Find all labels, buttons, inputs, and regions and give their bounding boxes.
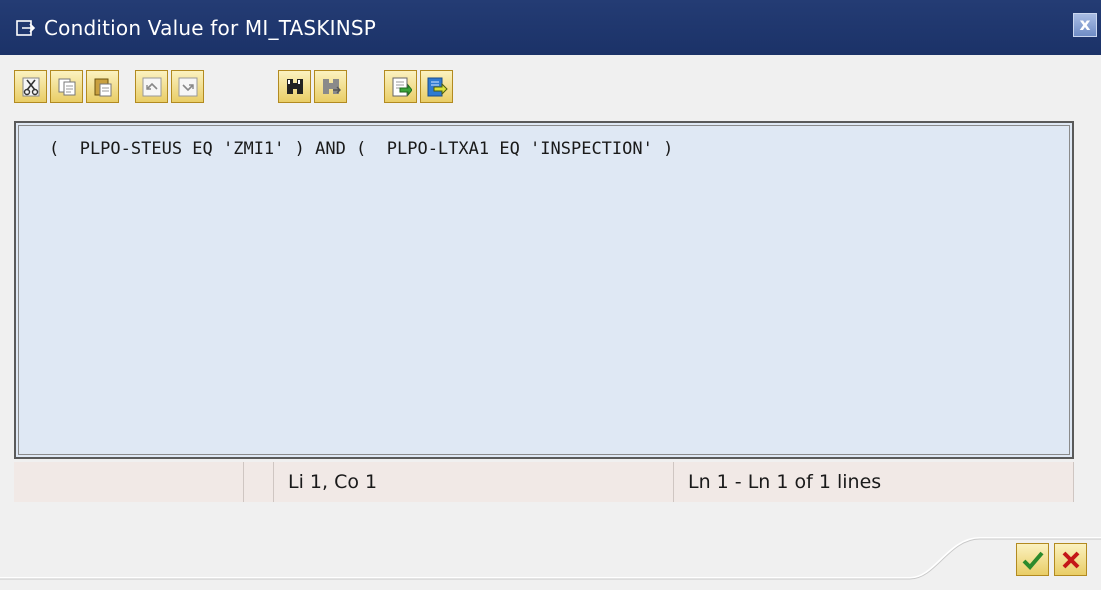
redo-button[interactable] — [171, 70, 204, 103]
close-icon: x — [1079, 15, 1091, 35]
cancel-button[interactable] — [1054, 543, 1087, 576]
import-icon — [392, 77, 412, 96]
window-titlebar: Condition Value for MI_TASKINSP x — [0, 0, 1101, 55]
redo-icon — [178, 77, 197, 96]
editor-text-area[interactable]: ( PLPO-STEUS EQ 'ZMI1' ) AND ( PLPO-LTXA… — [18, 125, 1070, 455]
confirm-button[interactable] — [1016, 543, 1049, 576]
close-button[interactable]: x — [1073, 13, 1097, 37]
condition-expression[interactable]: ( PLPO-STEUS EQ 'ZMI1' ) AND ( PLPO-LTXA… — [49, 139, 673, 159]
find-next-icon — [322, 78, 341, 94]
window-menu-icon[interactable] — [16, 17, 38, 39]
checkmark-icon — [1022, 551, 1044, 570]
export-icon — [427, 77, 448, 96]
find-next-button[interactable] — [314, 70, 347, 103]
undo-button[interactable] — [135, 70, 168, 103]
find-icon — [286, 78, 303, 94]
find-button[interactable] — [278, 70, 311, 103]
copy-icon — [58, 78, 75, 95]
footer-divider — [0, 537, 1101, 580]
paste-icon — [94, 78, 111, 96]
cut-button[interactable] — [14, 70, 47, 103]
import-button[interactable] — [384, 70, 417, 103]
undo-icon — [142, 77, 161, 96]
cancel-icon — [1062, 551, 1079, 568]
condition-editor[interactable]: ( PLPO-STEUS EQ 'ZMI1' ) AND ( PLPO-LTXA… — [14, 121, 1074, 459]
cut-icon — [22, 77, 39, 96]
export-button[interactable] — [420, 70, 453, 103]
window-title: Condition Value for MI_TASKINSP — [44, 15, 377, 40]
copy-button[interactable] — [50, 70, 83, 103]
paste-button[interactable] — [86, 70, 119, 103]
